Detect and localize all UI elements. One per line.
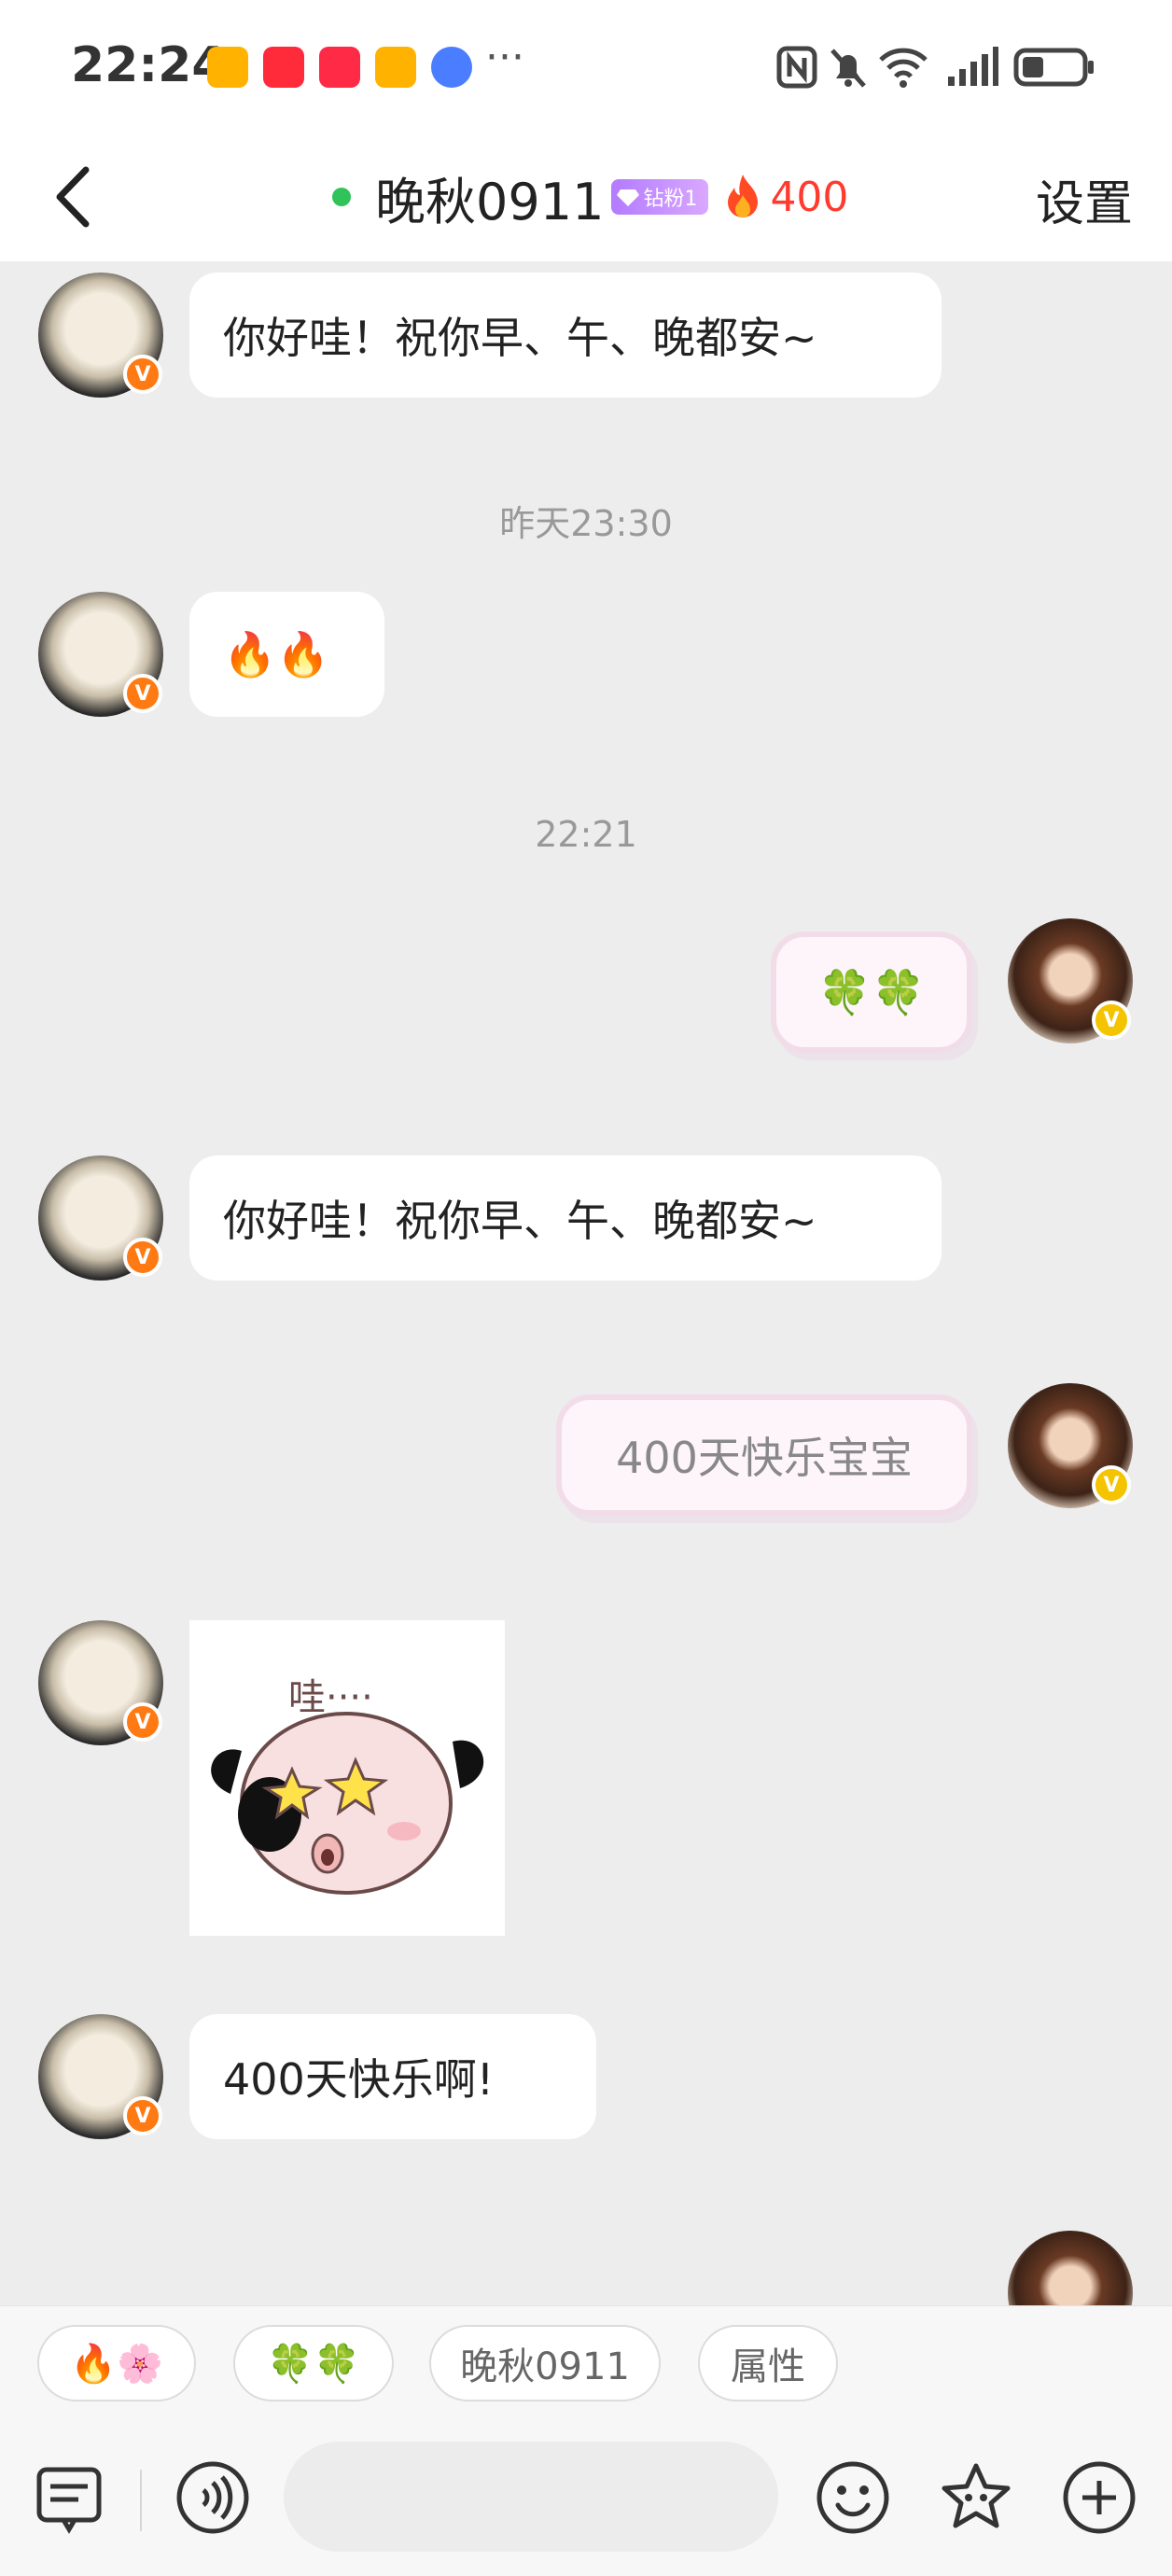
fan-level-badge: 钻粉1 (611, 179, 709, 215)
message-bubble[interactable]: 你好哇！祝你早、午、晚都安~ (189, 1155, 942, 1281)
settings-button[interactable]: 设置 (1036, 164, 1133, 234)
fire-icon (728, 175, 759, 217)
quick-reply-chip[interactable]: 属性 (698, 2325, 838, 2401)
message-input[interactable] (284, 2442, 778, 2552)
verified-badge-icon: V (123, 1702, 162, 1742)
music-icon (431, 47, 472, 88)
verified-badge-icon: V (123, 355, 162, 394)
red-square-icon (263, 47, 304, 88)
streak: 400 (721, 173, 848, 221)
signal-icon (948, 47, 998, 86)
wifi-icon (879, 48, 928, 88)
surprised-pig-sticker-icon: 哇···· (211, 1676, 484, 1895)
chat-title: 晚秋0911 (375, 172, 605, 231)
timestamp: 昨天23:30 (499, 503, 673, 544)
quick-reply-bar: 🔥🌸 🍀🍀 晚秋0911 属性 (0, 2305, 1172, 2427)
timestamp: 22:21 (535, 814, 637, 855)
message-bubble[interactable]: 400天快乐啊! (189, 2014, 596, 2139)
weibo-icon (375, 47, 416, 88)
nfc-icon (776, 46, 817, 89)
quick-reply-chip[interactable]: 🔥🌸 (37, 2325, 196, 2401)
weibo-icon (207, 47, 248, 88)
more-notifications: ··· (485, 34, 524, 81)
keyboard-list-icon[interactable] (30, 2458, 108, 2537)
chat-header: 晚秋0911 钻粉1 400 设置 (0, 131, 1172, 261)
verified-badge-icon: V (123, 1238, 162, 1277)
status-time: 22:24 (71, 37, 226, 93)
battery-icon (1013, 48, 1094, 87)
my-avatar[interactable] (1008, 2231, 1133, 2305)
sticker-message[interactable]: 哇···· (189, 1620, 505, 1936)
xiaohongshu-icon (319, 47, 360, 88)
emoji-icon[interactable] (814, 2458, 892, 2537)
voice-icon[interactable] (174, 2458, 252, 2537)
sticker-caption: 哇···· (288, 1676, 373, 1719)
input-bar (0, 2427, 1172, 2576)
verified-badge-icon: V (123, 674, 162, 713)
online-status-dot (332, 188, 351, 206)
message-bubble[interactable]: 🔥🔥 (189, 592, 384, 717)
chat-messages: V 你好哇！祝你早、午、晚都安~ 昨天23:30 V 🔥🔥 22:21 🍀🍀 V… (0, 261, 1172, 2305)
quick-reply-chip[interactable]: 🍀🍀 (233, 2325, 394, 2401)
verified-badge-icon: V (123, 2096, 162, 2135)
quick-reply-chip[interactable]: 晚秋0911 (429, 2325, 661, 2401)
status-bar: 22:24 ··· (0, 0, 1172, 131)
mute-bell-icon (830, 49, 866, 88)
streak-count: 400 (770, 173, 849, 221)
verified-badge-icon: V (1092, 1465, 1131, 1505)
fan-level-label: 钻粉1 (643, 188, 698, 211)
my-message-bubble[interactable]: 🍀🍀 (771, 931, 972, 1053)
chevron-left-icon[interactable] (37, 155, 121, 239)
star-sticker-icon[interactable] (937, 2458, 1015, 2537)
divider (140, 2470, 142, 2531)
verified-badge-icon: V (1092, 1001, 1131, 1040)
diamond-icon (617, 189, 640, 206)
plus-icon[interactable] (1060, 2458, 1138, 2537)
message-bubble[interactable]: 你好哇！祝你早、午、晚都安~ (189, 273, 942, 398)
my-message-bubble[interactable]: 400天快乐宝宝 (556, 1394, 972, 1516)
chat-title-group[interactable]: 晚秋0911 钻粉1 400 (332, 155, 848, 239)
